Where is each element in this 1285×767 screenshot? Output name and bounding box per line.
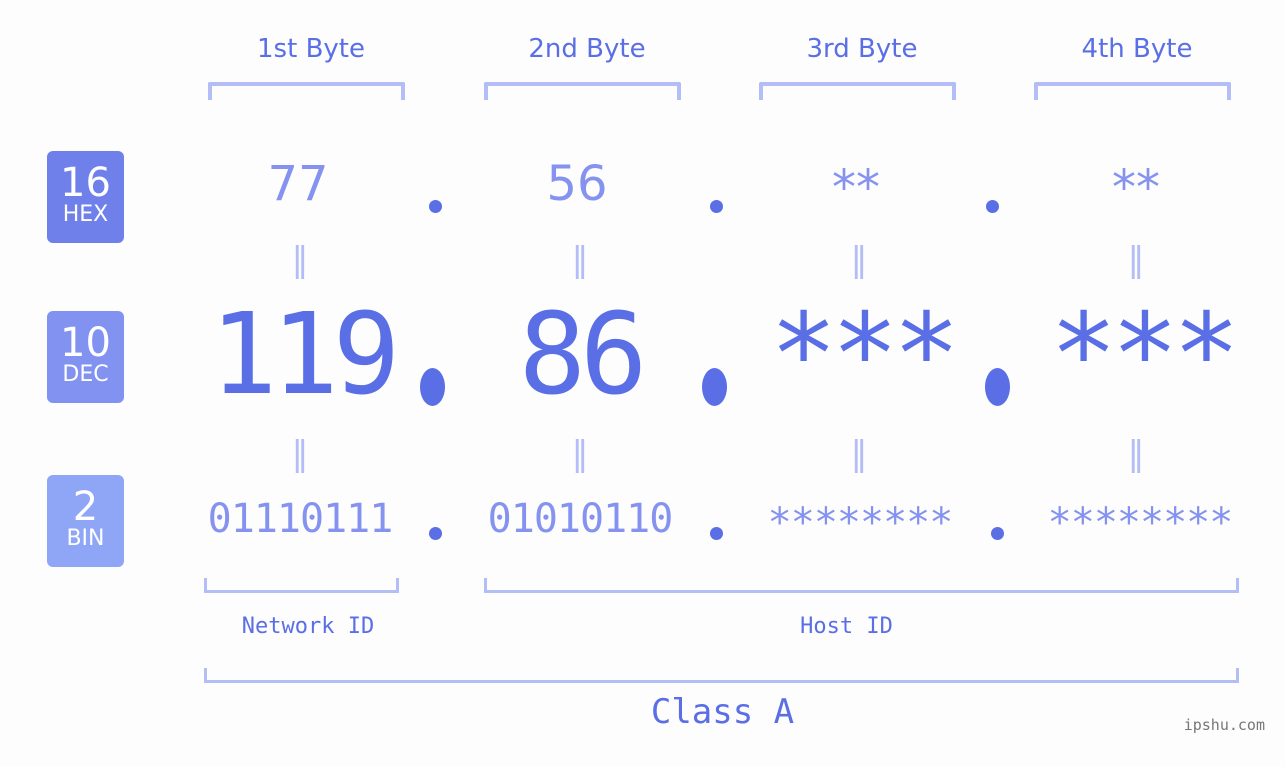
dec-base-label: DEC	[62, 362, 109, 387]
dec-base-number: 10	[60, 320, 111, 366]
class-bracket	[204, 668, 1239, 683]
dec-dot-2	[702, 368, 727, 406]
equals-icon: ‖	[291, 434, 309, 474]
bin-value-4: ********	[1047, 500, 1234, 546]
dec-dot-3	[985, 368, 1010, 406]
hex-base-number: 16	[60, 160, 111, 206]
dec-value-2: 86	[518, 290, 648, 420]
bin-dot-3	[991, 527, 1004, 540]
bin-badge: 2 BIN	[47, 475, 124, 567]
byte-label-3: 3rd Byte	[806, 34, 918, 64]
bin-dot-1	[429, 527, 442, 540]
hex-dot-2	[710, 200, 723, 213]
equals-icon: ‖	[850, 240, 868, 280]
equals-icon: ‖	[291, 240, 309, 280]
bin-dot-2	[710, 527, 723, 540]
equals-icon: ‖	[571, 240, 589, 280]
bin-value-3: ********	[767, 500, 954, 546]
hex-value-2: 56	[546, 156, 608, 212]
bin-value-1: 01110111	[207, 496, 394, 542]
dec-dot-1	[420, 368, 445, 406]
bin-value-2: 01010110	[487, 496, 674, 542]
equals-icon: ‖	[1127, 240, 1145, 280]
watermark: ipshu.com	[1183, 716, 1265, 734]
byte-label-1: 1st Byte	[257, 34, 365, 64]
hex-dot-3	[986, 200, 999, 213]
equals-icon: ‖	[1127, 434, 1145, 474]
bin-base-label: BIN	[66, 526, 105, 551]
byte-bracket-3	[759, 82, 956, 100]
hex-badge: 16 HEX	[47, 151, 124, 243]
byte-bracket-4	[1034, 82, 1231, 100]
dec-value-1: 119	[209, 290, 400, 420]
class-label: Class A	[650, 692, 795, 732]
network-id-label: Network ID	[241, 614, 375, 639]
host-id-label: Host ID	[800, 614, 893, 639]
bin-base-number: 2	[72, 484, 99, 530]
byte-label-2: 2nd Byte	[528, 34, 646, 64]
equals-icon: ‖	[850, 434, 868, 474]
hex-value-3: **	[832, 160, 880, 216]
dec-value-3: ***	[769, 290, 960, 420]
equals-icon: ‖	[571, 434, 589, 474]
hex-value-1: 77	[267, 156, 329, 212]
byte-bracket-1	[208, 82, 405, 100]
dec-badge: 10 DEC	[47, 311, 124, 403]
dec-value-4: ***	[1049, 290, 1240, 420]
byte-label-4: 4th Byte	[1081, 34, 1193, 64]
hex-dot-1	[429, 200, 442, 213]
hex-base-label: HEX	[62, 202, 109, 227]
network-id-bracket	[204, 578, 399, 593]
host-id-bracket	[484, 578, 1239, 593]
hex-value-4: **	[1112, 160, 1160, 216]
byte-bracket-2	[484, 82, 681, 100]
